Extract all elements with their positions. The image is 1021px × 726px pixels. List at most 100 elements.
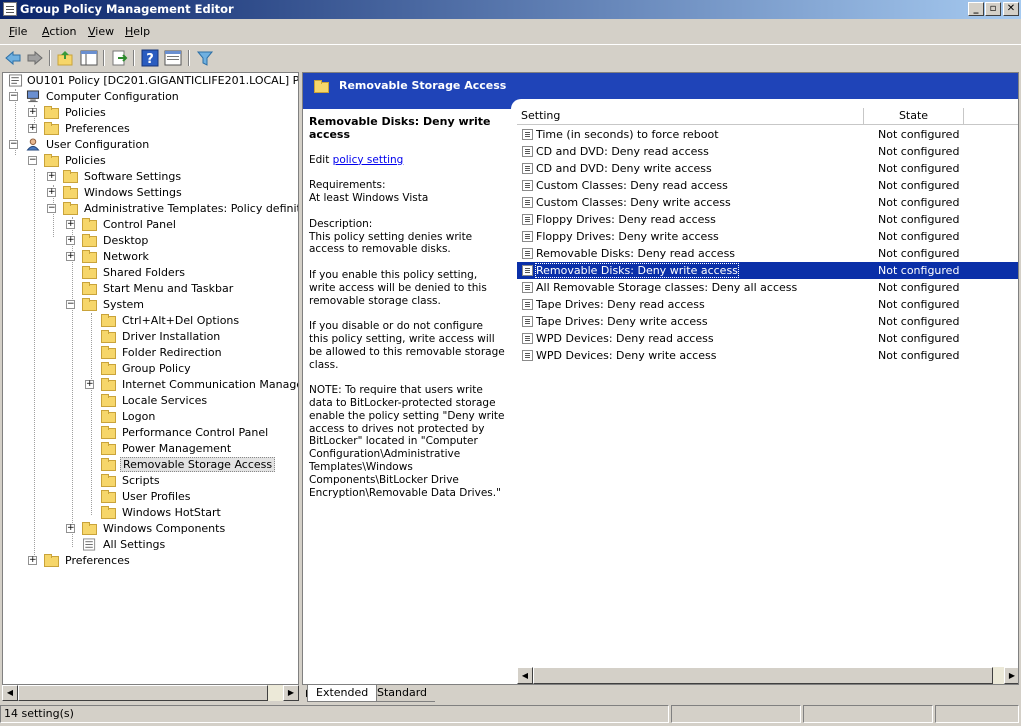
setting-state: Not configured (878, 247, 960, 260)
console-tree[interactable]: OU101 Policy [DC201.GIGANTICLIFE201.LOCA… (2, 72, 299, 685)
tree-label: Policies (65, 154, 106, 167)
setting-name: Removable Disks: Deny read access (536, 247, 736, 260)
table-row[interactable]: Tape Drives: Deny read access Not configu… (517, 296, 1018, 313)
tree-label: User Configuration (46, 138, 150, 151)
description-heading: Removable Disks: Deny write access (309, 115, 491, 141)
tree-label: Power Management (122, 442, 232, 455)
expand-icon[interactable]: + (28, 108, 37, 117)
policy-scroll-icon (9, 74, 23, 87)
expand-icon[interactable]: + (66, 252, 75, 261)
folder-icon (101, 490, 117, 503)
table-row[interactable]: Removable Disks: Deny read access Not con… (517, 245, 1018, 262)
settings-list[interactable]: Setting State Time (in seconds) to force… (517, 108, 1018, 678)
folder-icon (101, 506, 117, 519)
policy-setting-icon (522, 146, 533, 157)
menu-view[interactable]: View (88, 25, 114, 38)
table-row[interactable]: Custom Classes: Deny write access Not con… (517, 194, 1018, 211)
help-icon[interactable]: ? (141, 49, 159, 67)
restore-button[interactable]: ▫ (985, 2, 1001, 16)
collapse-icon[interactable]: − (66, 300, 75, 309)
scroll-right-icon[interactable]: ▶ (1004, 667, 1018, 684)
table-row[interactable]: Floppy Drives: Deny read access Not confi… (517, 211, 1018, 228)
menu-file[interactable]: File (9, 25, 27, 38)
tree-label: Preferences (65, 554, 130, 567)
forward-arrow-icon[interactable] (26, 49, 44, 67)
tree-label: Preferences (65, 122, 130, 135)
table-row[interactable]: CD and DVD: Deny write access Not configu… (517, 160, 1018, 177)
collapse-icon[interactable]: − (9, 92, 18, 101)
table-row[interactable]: WPD Devices: Deny write access Not config… (517, 347, 1018, 364)
table-row[interactable]: CD and DVD: Deny read access Not configur… (517, 143, 1018, 160)
table-row[interactable]: Custom Classes: Deny read access Not conf… (517, 177, 1018, 194)
table-row[interactable]: Floppy Drives: Deny write access Not conf… (517, 228, 1018, 245)
table-row[interactable]: WPD Devices: Deny read access Not configu… (517, 330, 1018, 347)
menu-help[interactable]: Help (125, 25, 150, 38)
folder-icon (82, 234, 98, 247)
collapse-icon[interactable]: − (28, 156, 37, 165)
scroll-left-icon[interactable]: ◀ (2, 685, 18, 701)
expand-icon[interactable]: + (28, 556, 37, 565)
filter-icon[interactable] (196, 49, 214, 67)
description-label: Description: (309, 217, 373, 230)
window-title: Group Policy Management Editor (20, 2, 234, 16)
setting-name: Removable Disks: Deny write access (535, 263, 739, 278)
close-button[interactable]: ✕ (1003, 2, 1019, 16)
folder-icon (82, 298, 98, 311)
requirements-label: Requirements: (309, 179, 386, 192)
details-banner: Removable Storage Access (303, 73, 1018, 99)
back-arrow-icon[interactable] (4, 49, 22, 67)
show-hide-tree-icon[interactable] (80, 49, 98, 67)
folder-icon (101, 314, 117, 327)
list-horizontal-scrollbar[interactable]: ◀ ▶ (517, 667, 1018, 684)
computer-icon (26, 90, 40, 103)
disable-text: If you disable or do not configure this … (309, 320, 505, 371)
scroll-thumb[interactable] (533, 667, 993, 684)
expand-icon[interactable]: + (28, 124, 37, 133)
column-setting[interactable]: Setting (517, 108, 864, 125)
tree-label: Control Panel (103, 218, 176, 231)
column-state[interactable]: State (864, 108, 964, 125)
collapse-icon[interactable]: − (9, 140, 18, 149)
app-icon (3, 2, 17, 16)
tree-label: OU101 Policy [DC201.GIGANTICLIFE201.LOCA… (27, 74, 299, 87)
table-row[interactable]: Removable Disks: Deny write access Not co… (517, 262, 1018, 279)
tab-standard[interactable]: Standard (369, 685, 436, 702)
expand-icon[interactable]: + (66, 524, 75, 533)
toolbar-separator (188, 50, 190, 66)
setting-state: Not configured (878, 128, 960, 141)
setting-name: WPD Devices: Deny write access (536, 349, 717, 362)
user-icon (26, 138, 40, 151)
scroll-thumb[interactable] (18, 685, 268, 701)
setting-state: Not configured (878, 298, 960, 311)
table-row[interactable]: Tape Drives: Deny write access Not config… (517, 313, 1018, 330)
tree-label: Group Policy (122, 362, 191, 375)
tab-extended[interactable]: Extended (307, 685, 378, 702)
up-folder-icon[interactable] (56, 49, 74, 67)
export-list-icon[interactable] (110, 49, 128, 67)
extended-description: Removable Disks: Deny write access Edit … (309, 115, 505, 512)
folder-icon (101, 362, 117, 375)
minimize-button[interactable]: _ (968, 2, 984, 16)
expand-icon[interactable]: + (47, 172, 56, 181)
menu-action[interactable]: Action (42, 25, 76, 38)
table-row[interactable]: All Removable Storage classes: Deny all … (517, 279, 1018, 296)
tree-label: Windows Components (103, 522, 226, 535)
tree-horizontal-scrollbar[interactable]: ◀ ▶ (2, 685, 299, 701)
expand-icon[interactable]: + (47, 188, 56, 197)
expand-icon[interactable]: + (66, 220, 75, 229)
setting-state: Not configured (878, 281, 960, 294)
tree-label: Driver Installation (122, 330, 221, 343)
status-cell (803, 705, 933, 723)
scroll-right-icon[interactable]: ▶ (283, 685, 299, 701)
properties-icon[interactable] (164, 49, 182, 67)
expand-icon[interactable]: + (66, 236, 75, 245)
tree-label: Folder Redirection (122, 346, 222, 359)
folder-icon (82, 522, 98, 535)
expand-icon[interactable]: + (85, 380, 94, 389)
folder-icon (63, 186, 79, 199)
scroll-left-icon[interactable]: ◀ (517, 667, 533, 684)
edit-policy-link[interactable]: policy setting (333, 154, 404, 166)
list-header: Setting State (517, 108, 1018, 125)
table-row[interactable]: Time (in seconds) to force reboot Not con… (517, 126, 1018, 143)
collapse-icon[interactable]: − (47, 204, 56, 213)
